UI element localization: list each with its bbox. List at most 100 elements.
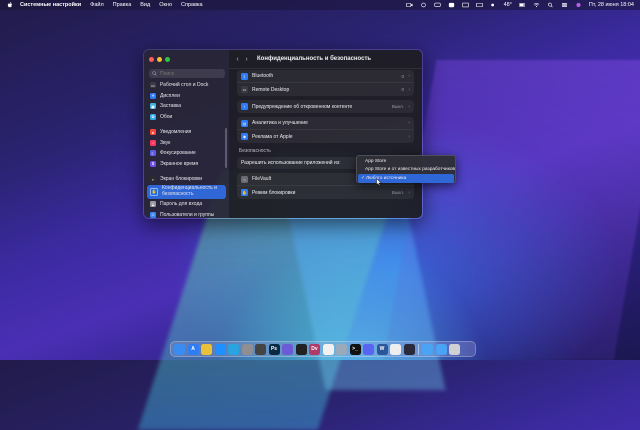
status-screen-icon[interactable] — [461, 2, 469, 8]
sidebar-item-displays[interactable]: ☀ Дисплеи — [147, 91, 226, 101]
status-temperature[interactable]: 48° — [504, 2, 512, 8]
menu-view[interactable]: Вид — [140, 2, 150, 8]
sidebar-item-focus[interactable]: ☾ Фокусирование — [147, 148, 226, 158]
popup-option-app-store-developers[interactable]: App Store и от известных разработчиков — [357, 166, 455, 175]
popup-option-app-store[interactable]: App Store — [357, 157, 455, 166]
row-bluetooth[interactable]: ᛒ Bluetooth 0 › — [237, 70, 414, 83]
hourglass-icon: ⧗ — [150, 160, 156, 167]
sidebar-item-screen-time[interactable]: ⧗ Экранное время — [147, 159, 226, 169]
sidebar-item-label: Фокусирование — [160, 150, 196, 156]
dock: A Ps Dv >_ W — [170, 341, 476, 357]
photoshop-icon[interactable]: Ps — [268, 343, 280, 355]
status-search-icon[interactable] — [547, 2, 554, 8]
downloads-icon[interactable] — [435, 343, 447, 355]
popup-option-anywhere[interactable]: ✓ Любого источника — [358, 174, 454, 183]
status-dot-icon[interactable] — [420, 2, 427, 8]
sidebar-item-sound[interactable]: ♪ Звук — [147, 138, 226, 148]
calendar-icon[interactable] — [390, 343, 401, 355]
chrome-icon[interactable] — [201, 343, 212, 355]
sidebar-item-label: Обои — [160, 113, 173, 120]
bell-icon: ● — [150, 129, 156, 135]
status-weather-icon[interactable] — [490, 2, 497, 8]
sidebar-item-label: Звук — [160, 139, 171, 146]
row-analytics[interactable]: ▤ Аналитика и улучшение › — [237, 117, 414, 130]
close-button[interactable] — [149, 57, 154, 62]
terminal-icon[interactable]: >_ — [349, 343, 361, 355]
row-remote-desktop[interactable]: ▭ Remote Desktop 0 › — [237, 83, 414, 96]
folder-icon[interactable] — [422, 343, 433, 355]
row-value: Выкл. — [391, 104, 404, 109]
row-sensitive-content[interactable]: ! Предупреждение об откровенном контенте… — [237, 100, 414, 113]
figma-icon[interactable] — [295, 343, 307, 355]
notes-icon[interactable] — [322, 343, 334, 355]
sidebar-item-screensaver[interactable]: ▣ Заставка — [147, 101, 226, 111]
row-value: 0 — [401, 87, 404, 92]
status-wifi-icon[interactable] — [533, 2, 540, 8]
minimize-button[interactable] — [157, 57, 162, 62]
titlebar: ‹ › Конфиденциальность и безопасность — [229, 50, 422, 69]
row-label: Режим блокировки — [252, 189, 296, 196]
menu-file[interactable]: Файл — [90, 2, 104, 8]
sound-icon: ♪ — [150, 139, 156, 146]
bluetooth-icon: ᛒ — [241, 72, 248, 80]
status-keyboard-icon[interactable] — [475, 2, 483, 8]
sidebar-item-wallpaper[interactable]: ✿ Обои — [147, 112, 226, 122]
hand-icon: ✋ — [150, 187, 158, 196]
telegram-icon[interactable] — [228, 343, 239, 355]
lockdown-icon: ✋ — [241, 189, 248, 196]
zoom-button[interactable] — [165, 57, 170, 62]
music-icon[interactable] — [255, 343, 266, 355]
status-camera-icon[interactable] — [405, 2, 413, 8]
analytics-icon: ▤ — [241, 119, 248, 127]
warning-icon: ! — [241, 103, 248, 110]
finder-icon[interactable] — [174, 343, 185, 355]
row-apple-ads[interactable]: ◆ Реклама от Apple › — [237, 130, 414, 143]
sidebar-item-privacy-security[interactable]: ✋ Конфиденциальность и безопасность — [147, 184, 226, 199]
status-chat-icon[interactable] — [433, 2, 441, 8]
chevron-right-icon: › — [408, 86, 410, 93]
sidebar-item-lock-screen[interactable]: ▪ Экран блокировки — [147, 174, 226, 184]
allow-apps-label: Разрешить использование приложений из: — [241, 160, 341, 166]
forward-chevron-icon[interactable]: › — [242, 55, 251, 64]
filevault-icon: ⌂ — [241, 175, 248, 183]
status-control-center-icon[interactable] — [561, 2, 568, 8]
status-battery-icon[interactable] — [519, 2, 526, 8]
menu-edit[interactable]: Правка — [113, 2, 132, 8]
word-icon[interactable]: W — [376, 343, 388, 355]
sidebar-item-notifications[interactable]: ● Уведомления — [147, 127, 226, 137]
sidebar-item-login-password[interactable]: 🔒︎ Пароль для входа — [147, 199, 226, 209]
back-chevron-icon[interactable]: ‹ — [233, 55, 242, 64]
appstore-icon[interactable]: A — [187, 343, 199, 355]
safari-icon[interactable] — [214, 343, 226, 355]
option-label: App Store и от известных разработчиков — [365, 167, 456, 173]
sidebar-item-desktop-dock[interactable]: ▭ Рабочий стол и Dock — [147, 80, 226, 90]
preview-icon[interactable] — [336, 343, 347, 355]
apple-menu-icon[interactable] — [6, 1, 14, 9]
window-title: Конфиденциальность и безопасность — [257, 56, 372, 62]
mouse-cursor-icon — [376, 178, 382, 186]
status-datetime[interactable]: Пт, 28 июня 18:04 — [589, 2, 634, 8]
status-siri-icon[interactable] — [575, 2, 582, 8]
search-field[interactable] — [149, 69, 225, 78]
sidebar-item-label: Рабочий стол и Dock — [160, 82, 209, 88]
sidebar-item-label: Пользователи и группы — [160, 211, 215, 218]
settings-icon[interactable] — [241, 343, 253, 355]
stacks-icon[interactable] — [282, 343, 293, 355]
sidebar-scrollbar[interactable] — [225, 128, 227, 168]
option-label: App Store — [365, 158, 387, 164]
row-lockdown-mode[interactable]: ✋ Режим блокировки Выкл. › — [237, 186, 414, 199]
sidebar-item-label: Заставка — [160, 103, 182, 109]
discord-icon[interactable] — [363, 343, 374, 355]
menu-help[interactable]: Справка — [181, 2, 203, 8]
row-label: Предупреждение об откровенном контенте — [252, 103, 353, 110]
trash-icon[interactable] — [449, 343, 460, 355]
status-app-icon[interactable] — [448, 2, 455, 8]
menu-window[interactable]: Окно — [159, 2, 172, 8]
menu-app-name[interactable]: Системные настройки — [20, 2, 81, 8]
sidebar-item-users-groups[interactable]: ☺ Пользователи и группы — [147, 210, 226, 219]
search-input[interactable] — [160, 70, 220, 77]
chevron-right-icon: › — [408, 133, 410, 140]
security-section-title: Безопасность — [239, 148, 271, 154]
codeeditor-icon[interactable] — [403, 343, 415, 355]
dev-icon[interactable]: Dv — [309, 343, 320, 355]
